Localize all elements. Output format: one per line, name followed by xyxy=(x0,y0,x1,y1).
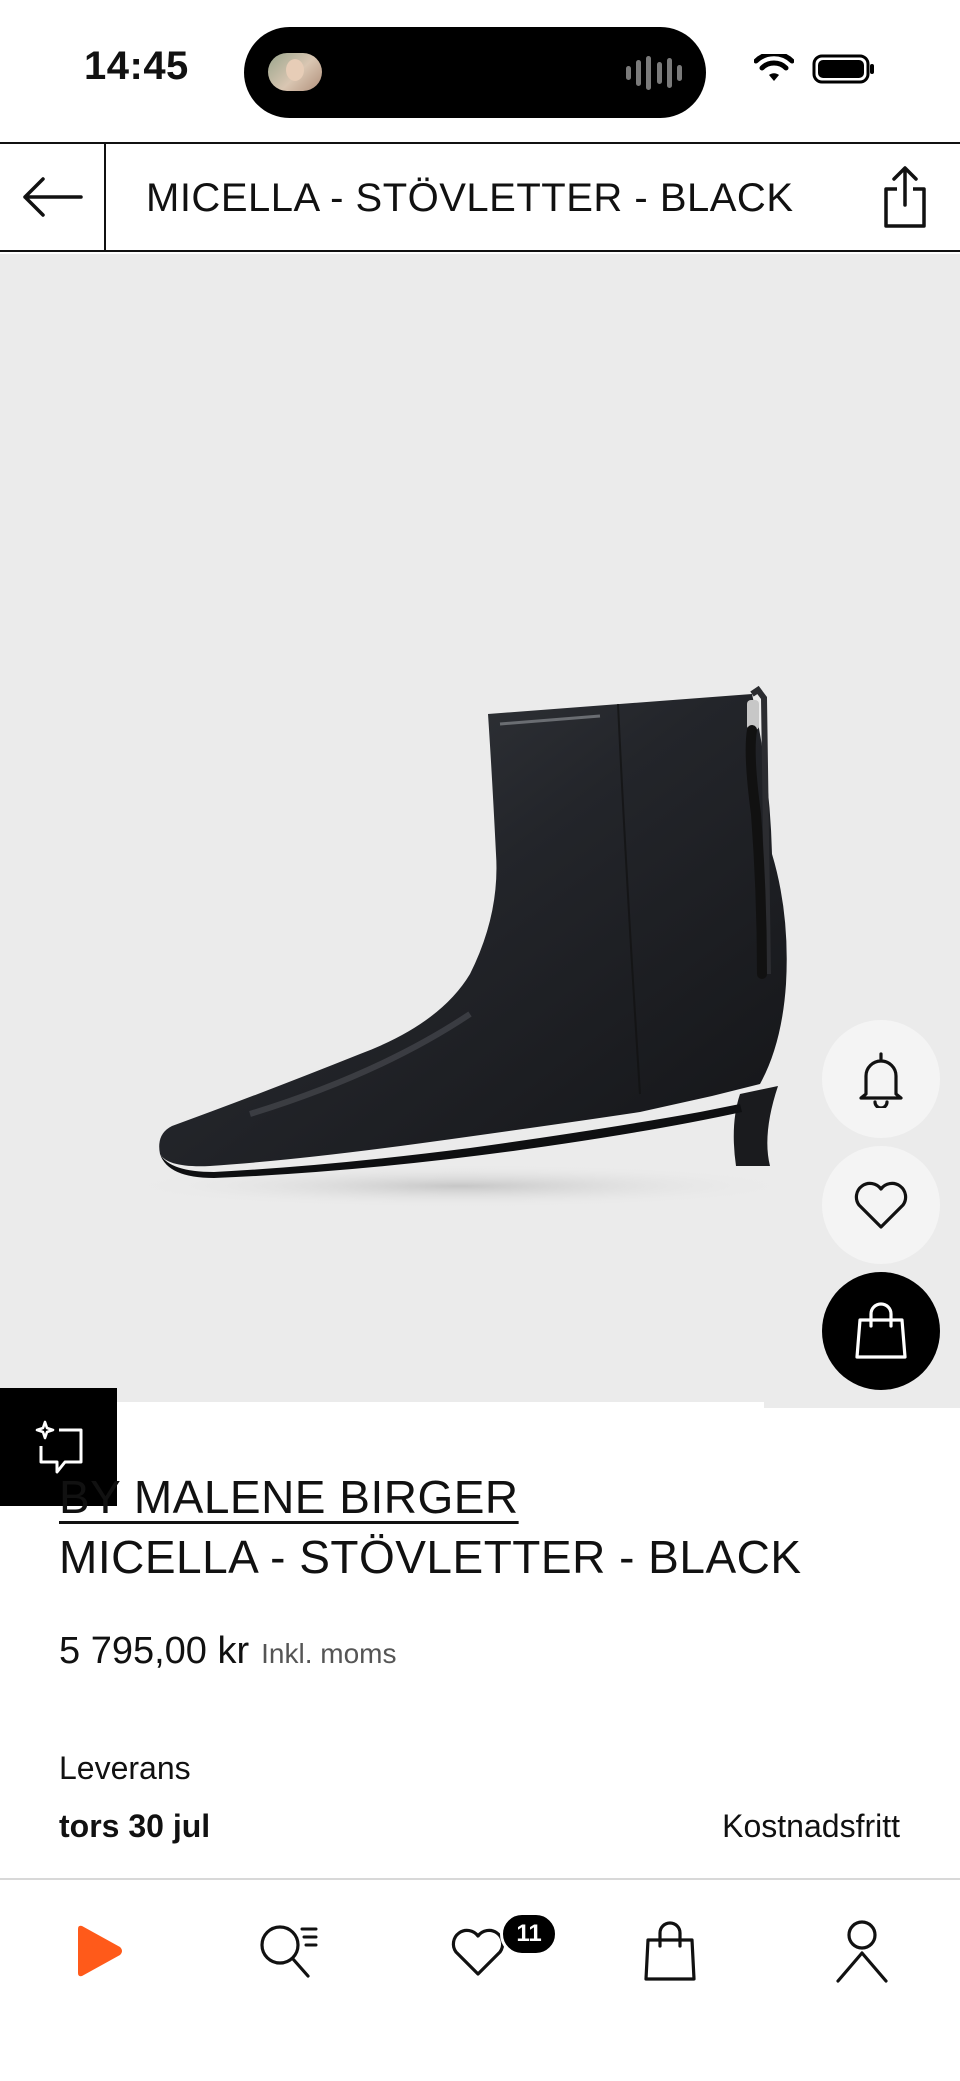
nav-home[interactable] xyxy=(50,1910,146,1992)
back-button[interactable] xyxy=(0,144,106,250)
header-title: MICELLA - STÖVLETTER - BLACK xyxy=(146,176,794,220)
delivery-label: Leverans xyxy=(59,1750,191,1786)
dynamic-island xyxy=(244,27,706,118)
price: 5 795,00 kr xyxy=(59,1630,250,1672)
home-icon xyxy=(78,1925,122,1977)
wishlist-icon xyxy=(451,1928,505,1976)
nav-bag[interactable] xyxy=(622,1910,718,1992)
product-header: MICELLA - STÖVLETTER - BLACK xyxy=(0,142,960,252)
now-playing-avatar xyxy=(268,53,322,91)
product-image[interactable] xyxy=(0,254,960,1408)
delivery-cost: Kostnadsfritt xyxy=(722,1808,900,1844)
battery-icon xyxy=(812,54,874,84)
bell-icon xyxy=(859,1052,903,1108)
status-icons xyxy=(754,54,876,84)
bag-icon xyxy=(855,1302,907,1359)
heart-icon xyxy=(854,1181,908,1229)
nav-account[interactable] xyxy=(814,1910,910,1992)
wishlist-button[interactable] xyxy=(822,1146,940,1264)
bottom-navigation: 11 xyxy=(0,1878,960,2081)
vat-note: Inkl. moms xyxy=(261,1638,397,1669)
brand-link[interactable]: BY MALENE BIRGER xyxy=(59,1470,519,1524)
share-icon xyxy=(884,166,926,228)
price-row: 5 795,00 kr Inkl. moms xyxy=(59,1630,397,1673)
wifi-icon xyxy=(754,54,794,81)
bag-icon xyxy=(644,1921,696,1981)
arrow-left-icon xyxy=(23,177,83,217)
audio-waveform-icon xyxy=(626,55,682,91)
status-time: 14:45 xyxy=(84,44,189,88)
search-icon xyxy=(260,1925,318,1978)
wishlist-count-badge: 11 xyxy=(500,1912,558,1956)
product-name: MICELLA - STÖVLETTER - BLACK xyxy=(59,1531,802,1583)
sparkle-similar-icon xyxy=(35,1420,82,1474)
share-button[interactable] xyxy=(870,162,940,232)
delivery-date: tors 30 jul xyxy=(59,1808,211,1844)
status-bar: 14:45 xyxy=(0,0,960,140)
account-icon xyxy=(836,1920,888,1983)
add-to-bag-button[interactable] xyxy=(822,1272,940,1390)
boot-photo xyxy=(120,685,800,1208)
notify-button[interactable] xyxy=(822,1020,940,1138)
nav-search[interactable] xyxy=(240,1910,336,1992)
